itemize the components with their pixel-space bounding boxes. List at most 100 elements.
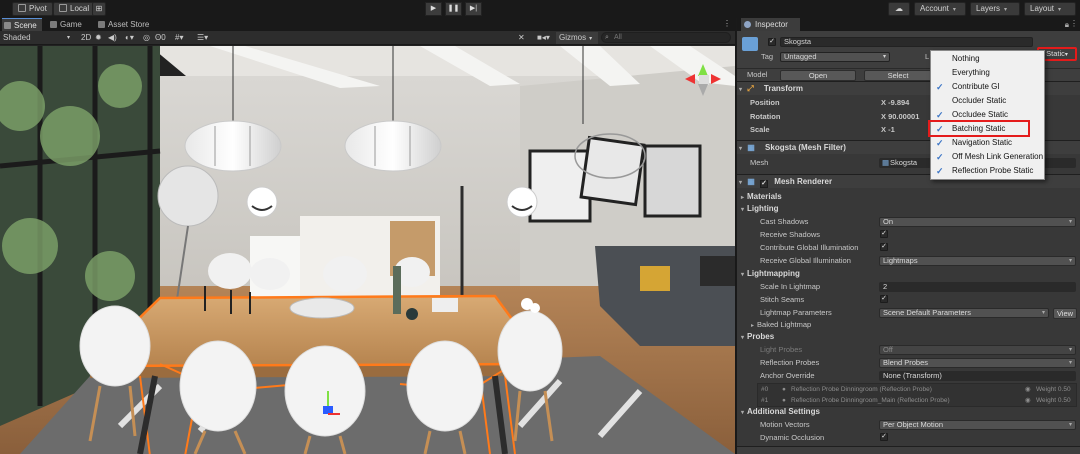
step-button[interactable]: ▶| [465, 2, 482, 16]
batching-static-highlight [928, 120, 1030, 137]
grid-icon [4, 22, 11, 29]
visibility-count[interactable]: ʘ0 [152, 32, 169, 44]
pause-button[interactable]: ❚❚ [445, 2, 462, 16]
stitch-seams-checkbox[interactable]: ✓ [880, 295, 888, 303]
chevron-down-icon: ▾ [952, 7, 956, 13]
scale-x-field[interactable]: X -1 [881, 123, 895, 136]
chevron-down-icon: ▾ [882, 54, 886, 60]
scale-lightmap-row: Scale In Lightmap 2 [737, 280, 1080, 293]
scale-lightmap-input[interactable]: 2 [879, 282, 1076, 292]
light-toggle-icon[interactable]: ✹ [92, 32, 105, 44]
object-name-input[interactable]: Skogsta [780, 37, 1033, 47]
scene-panel: Scene Game Asset Store ⋮ Shaded ▾ 2D ✹ ◀)… [0, 18, 735, 454]
pivot-icon [18, 4, 26, 12]
transform-icon: ⤢ [747, 84, 754, 93]
check-icon: ✓ [936, 138, 944, 148]
motion-vectors-row: Motion Vectors Per Object Motion [737, 418, 1080, 431]
pivot-button[interactable]: Pivot [12, 2, 53, 16]
scene-viewport[interactable] [0, 46, 735, 454]
local-button[interactable]: Local [53, 2, 96, 16]
more-options-icon[interactable]: ⋮ [723, 19, 731, 28]
menu-item-occluder-static[interactable]: Occluder Static [931, 94, 1044, 108]
menu-item-navigation-static[interactable]: ✓ Navigation Static [931, 136, 1044, 150]
position-x-field[interactable]: X -9.894 [881, 96, 909, 109]
gamepad-icon [50, 21, 57, 28]
mesh-renderer-enabled-checkbox[interactable]: ✓ [760, 180, 769, 188]
probe-list: #0 ● Reflection Probe Dinningroom (Refle… [757, 383, 1077, 407]
lightmap-parameters-dropdown[interactable]: Scene Default Parameters [879, 308, 1049, 318]
cast-shadows-dropdown[interactable]: On [879, 217, 1076, 227]
fx-toggle-icon[interactable]: ◐▾ [122, 32, 137, 44]
rotation-x-field[interactable]: X 90.00001 [881, 110, 919, 123]
grid-toggle-icon[interactable]: #▾ [172, 32, 186, 44]
layout-dropdown[interactable]: Layout ▾ [1024, 2, 1076, 16]
select-button[interactable]: Select [864, 70, 932, 81]
tools-icon[interactable]: ✕ [515, 32, 528, 44]
scene-tab-row: Scene Game Asset Store ⋮ [0, 18, 735, 31]
menu-item-reflection-probe-static[interactable]: ✓ Reflection Probe Static [931, 164, 1044, 178]
scene-settings-icon[interactable]: ☰▾ [194, 32, 211, 44]
expand-arrow-icon: ▾ [739, 180, 743, 186]
probes-foldout[interactable]: ▾ Probes [737, 330, 1080, 343]
menu-item-off-mesh-link-generation[interactable]: ✓ Off Mesh Link Generation [931, 150, 1044, 164]
target-icon[interactable]: ◉ [1025, 384, 1031, 395]
inspector-tab-row: Inspector 🔒︎ ⋮ [737, 18, 1080, 31]
floor-lamp [157, 165, 219, 227]
cushion [700, 256, 735, 286]
static-flags-menu: Nothing Everything ✓ Contribute GI Occlud… [930, 50, 1045, 180]
grid-snap-icon: ⊞ [95, 4, 103, 13]
anchor-override-field[interactable]: None (Transform) [879, 371, 1076, 381]
camera-icon[interactable]: ■◂▾ [534, 32, 553, 44]
play-button[interactable]: ▶ [425, 2, 442, 16]
store-icon [98, 21, 105, 28]
cushion [640, 266, 670, 291]
reflection-probes-dropdown[interactable]: Blend Probes [879, 358, 1076, 368]
menu-item-nothing[interactable]: Nothing [931, 52, 1044, 66]
motion-vectors-dropdown[interactable]: Per Object Motion [879, 420, 1076, 430]
layer-label: L [925, 52, 930, 61]
tab-game[interactable]: Game [48, 18, 88, 31]
check-icon: ✓ [936, 152, 944, 162]
tab-asset-store[interactable]: Asset Store [96, 18, 156, 31]
expand-arrow-icon: ▾ [741, 335, 745, 341]
menu-item-contribute-gi[interactable]: ✓ Contribute GI [931, 80, 1044, 94]
lighting-foldout[interactable]: ▾ Lighting [737, 202, 1080, 215]
additional-settings-foldout[interactable]: ▾ Additional Settings [737, 405, 1080, 418]
cast-shadows-row: Cast Shadows On [737, 215, 1080, 228]
tab-inspector[interactable]: Inspector [741, 18, 800, 31]
tab-scene[interactable]: Scene [2, 18, 42, 31]
chevron-down-icon: ▾ [1058, 7, 1062, 13]
collapse-arrow-icon: ▸ [751, 323, 755, 329]
tag-dropdown[interactable]: Untagged ▾ [780, 52, 890, 62]
receive-shadows-checkbox[interactable]: ✓ [880, 230, 888, 238]
chevron-down-icon: ▾ [1004, 7, 1008, 13]
collapse-arrow-icon: ▸ [741, 195, 745, 201]
gizmos-dropdown[interactable]: Gizmos ▾ [556, 32, 598, 44]
layers-dropdown[interactable]: Layers ▾ [970, 2, 1020, 16]
active-checkbox[interactable]: ✓ [768, 38, 776, 46]
wall-picture [643, 144, 702, 218]
dynamic-occlusion-checkbox[interactable]: ✓ [880, 433, 888, 441]
info-icon [744, 21, 751, 28]
audio-toggle-icon[interactable]: ◀) [105, 32, 120, 44]
shading-mode-dropdown[interactable]: Shaded ▾ [0, 32, 72, 44]
expand-arrow-icon: ▾ [741, 272, 745, 278]
snap-button[interactable]: ⊞ [92, 2, 106, 16]
scene-search-input[interactable]: ⌕ All [601, 32, 731, 43]
chevron-down-icon: ▾ [66, 35, 70, 41]
next-component-header [737, 446, 1080, 454]
lock-icon[interactable]: 🔒︎ [1065, 20, 1069, 30]
receive-gi-dropdown[interactable]: Lightmaps [879, 256, 1076, 266]
open-button[interactable]: Open [780, 70, 856, 81]
account-dropdown[interactable]: Account ▾ [914, 2, 966, 16]
menu-item-everything[interactable]: Everything [931, 66, 1044, 80]
light-probes-dropdown[interactable]: Off [879, 345, 1076, 355]
collab-button[interactable]: ☁ [888, 2, 910, 16]
contribute-gi-checkbox[interactable]: ✓ [880, 243, 888, 251]
step-icon: ▶| [469, 5, 478, 12]
list-item: #0 ● Reflection Probe Dinningroom (Refle… [761, 384, 1071, 395]
check-icon: ✓ [936, 82, 944, 92]
lightmapping-foldout[interactable]: ▾ Lightmapping [737, 267, 1080, 280]
expand-arrow-icon: ▾ [739, 146, 743, 152]
more-options-icon[interactable]: ⋮ [1070, 19, 1078, 28]
